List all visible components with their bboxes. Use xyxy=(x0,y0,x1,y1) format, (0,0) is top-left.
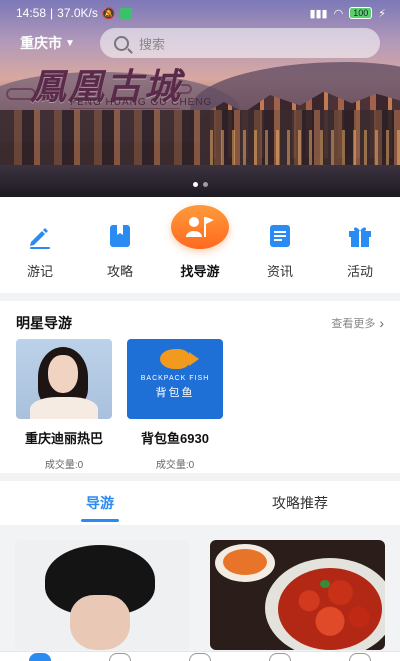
search-placeholder: 搜索 xyxy=(139,36,166,52)
section-title: 明星导游 xyxy=(16,315,72,331)
nav-label: 找导游 xyxy=(180,264,220,279)
status-bar: 14:58 | 37.0K/s 🔕 ▮▮▮ ◠ 100 ⚡ xyxy=(0,0,400,26)
tab-icon[interactable] xyxy=(349,653,371,661)
mute-icon: 🔕 xyxy=(101,7,116,20)
city-label: 重庆市 xyxy=(20,35,62,51)
news-icon xyxy=(266,222,294,250)
nav-item-travel-notes[interactable]: 游记 xyxy=(0,197,80,293)
feed-image-crayfish xyxy=(278,568,382,650)
star-guides-section: 明星导游 查看更多 › 重庆迪丽热巴 成交量:0 BACKPACK FISH 背… xyxy=(0,301,400,473)
nav-label: 资讯 xyxy=(266,264,293,279)
tab-icon[interactable] xyxy=(109,653,131,661)
logo-text-en: BACKPACK FISH xyxy=(140,375,210,382)
tab-label: 导游 xyxy=(86,495,114,511)
guide-deals: 成交量:0 xyxy=(155,460,195,471)
view-more-label: 查看更多 xyxy=(331,318,376,330)
status-time: 14:58 xyxy=(16,6,47,20)
search-icon xyxy=(114,35,129,51)
tab-icon[interactable] xyxy=(269,653,291,661)
status-separator: | xyxy=(50,6,54,20)
guide-card[interactable]: BACKPACK FISH 背包鱼 背包鱼6930 成交量:0 xyxy=(127,339,223,471)
nav-label: 攻略 xyxy=(106,264,133,279)
feed xyxy=(0,525,400,661)
guide-avatar: BACKPACK FISH 背包鱼 xyxy=(127,339,223,419)
app-notification-icon xyxy=(119,7,132,19)
content-tabs: 导游 攻略推荐 xyxy=(0,481,400,525)
carousel-dot[interactable] xyxy=(192,182,198,187)
carousel-indicator xyxy=(0,182,400,187)
city-selector[interactable]: 重庆市 ▼ xyxy=(20,33,98,53)
category-nav: 游记 攻略 找导游 资讯 活动 xyxy=(0,197,400,293)
avatar-face xyxy=(48,355,78,393)
caret-down-icon: ▼ xyxy=(65,37,75,49)
top-bar: 重庆市 ▼ 搜索 xyxy=(0,28,400,58)
fish-logo-icon xyxy=(160,349,199,369)
bottom-tab-bar xyxy=(0,651,400,661)
feed-image-face xyxy=(70,595,130,650)
charging-icon: ⚡ xyxy=(378,7,386,20)
tab-indicator xyxy=(81,519,119,522)
gift-icon xyxy=(346,222,374,250)
nav-item-activities[interactable]: 活动 xyxy=(320,197,400,293)
guide-list: 重庆迪丽热巴 成交量:0 BACKPACK FISH 背包鱼 背包鱼6930 成… xyxy=(0,335,400,471)
feed-image-herb xyxy=(320,580,330,588)
logo-text-cn: 背包鱼 xyxy=(155,387,195,399)
banner-lights xyxy=(210,130,400,170)
guide-name: 重庆迪丽热巴 xyxy=(24,431,103,446)
feed-image-sauce xyxy=(223,549,267,575)
nav-item-guides[interactable]: 攻略 xyxy=(80,197,160,293)
banner-subtitle: FENG HUANG GU CHENG xyxy=(70,97,213,108)
nav-item-find-guide[interactable]: 找导游 xyxy=(160,197,240,293)
banner-river xyxy=(0,165,400,197)
feed-card[interactable] xyxy=(15,540,190,650)
tab-icon[interactable] xyxy=(189,653,211,661)
tab-recommended-guides[interactable]: 攻略推荐 xyxy=(200,481,400,525)
tab-label: 攻略推荐 xyxy=(272,495,328,511)
pen-icon xyxy=(26,222,54,250)
carousel-dot[interactable] xyxy=(202,182,208,187)
wifi-icon: ◠ xyxy=(333,7,344,20)
tab-guides[interactable]: 导游 xyxy=(0,481,200,525)
section-header: 明星导游 查看更多 › xyxy=(0,301,400,335)
chevron-right-icon: › xyxy=(379,315,384,331)
battery-icon: 100 xyxy=(349,7,373,19)
guide-flag-icon xyxy=(171,205,229,249)
status-net-speed: 37.0K/s xyxy=(57,6,98,20)
avatar-body xyxy=(30,397,98,419)
view-more-link[interactable]: 查看更多 › xyxy=(331,315,384,331)
guide-deals: 成交量:0 xyxy=(44,460,84,471)
feed-card[interactable] xyxy=(210,540,385,650)
guide-card[interactable]: 重庆迪丽热巴 成交量:0 xyxy=(16,339,112,471)
guide-name: 背包鱼6930 xyxy=(141,431,209,446)
signal-icon: ▮▮▮ xyxy=(309,7,328,20)
nav-label: 游记 xyxy=(26,264,53,279)
guide-avatar xyxy=(16,339,112,419)
nav-label: 活动 xyxy=(346,264,373,279)
book-icon xyxy=(106,222,134,250)
home-tab-icon[interactable] xyxy=(29,653,51,661)
banner-divider xyxy=(70,108,180,117)
search-input[interactable]: 搜索 xyxy=(100,28,380,58)
nav-item-news[interactable]: 资讯 xyxy=(240,197,320,293)
